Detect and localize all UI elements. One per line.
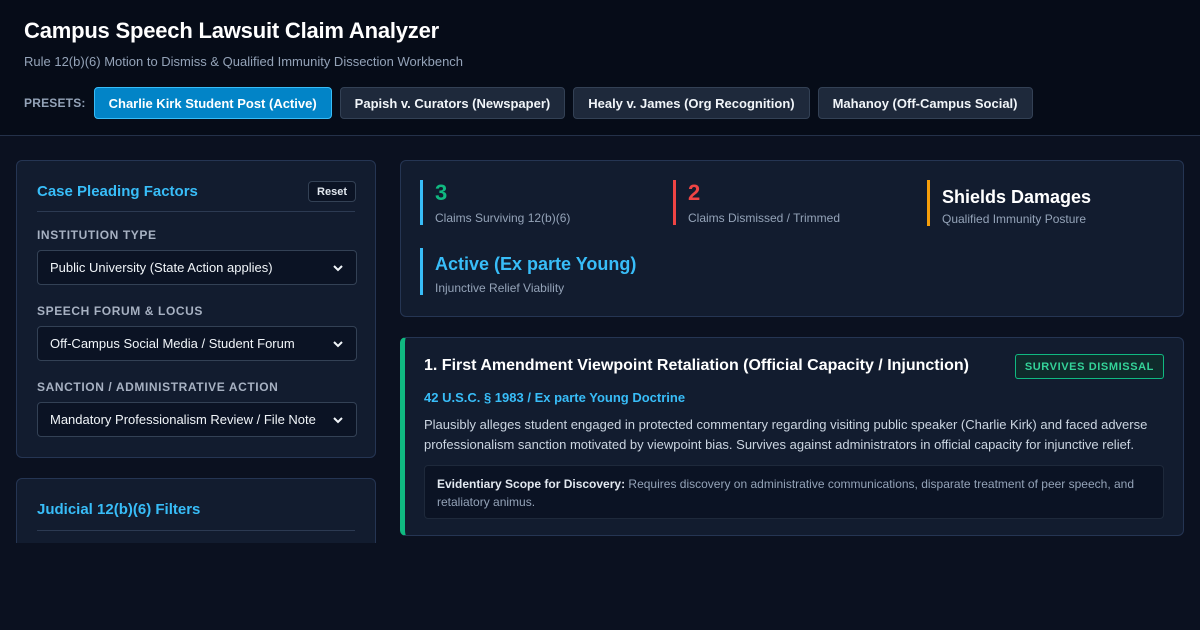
institution-type-select[interactable]: Public University (State Action applies) <box>37 250 357 285</box>
sanction-select[interactable]: Mandatory Professionalism Review / File … <box>37 402 357 437</box>
chevron-down-icon <box>333 340 343 347</box>
filters-panel-clip: Judicial 12(b)(6) Filters <box>16 478 376 543</box>
speech-forum-select[interactable]: Off-Campus Social Media / Student Forum <box>37 326 357 361</box>
presets-label: PRESETS: <box>24 96 86 110</box>
injunctive-label: Injunctive Relief Viability <box>435 281 565 295</box>
divider <box>37 530 355 531</box>
preset-button-mahanoy[interactable]: Mahanoy (Off-Campus Social) <box>817 87 1033 119</box>
institution-type-label: INSTITUTION TYPE <box>37 228 157 242</box>
preset-button-charlie-kirk[interactable]: Charlie Kirk Student Post (Active) <box>93 87 332 119</box>
stat-injunctive-relief: Active (Ex parte Young) Injunctive Relie… <box>420 248 636 295</box>
app-header: Campus Speech Lawsuit Claim Analyzer Rul… <box>0 0 1200 136</box>
divider <box>37 211 355 212</box>
claim-card: 1. First Amendment Viewpoint Retaliation… <box>400 337 1184 536</box>
stat-qualified-immunity: Shields Damages Qualified Immunity Postu… <box>927 180 1091 226</box>
chevron-down-icon <box>333 264 343 271</box>
surviving-label: Claims Surviving 12(b)(6) <box>435 211 571 225</box>
status-badge: SURVIVES DISMISSAL <box>1014 354 1164 379</box>
judicial-filters-panel: Judicial 12(b)(6) Filters <box>16 478 376 543</box>
factors-panel-title: Case Pleading Factors <box>37 183 198 200</box>
presets-bar: PRESETS: Charlie Kirk Student Post (Acti… <box>24 87 1033 119</box>
summary-panel: 3 Claims Surviving 12(b)(6) 2 Claims Dis… <box>400 160 1184 317</box>
qi-posture-label: Qualified Immunity Posture <box>942 212 1087 226</box>
claim-description: Plausibly alleges student engaged in pro… <box>424 417 1148 452</box>
surviving-count: 3 <box>435 180 448 205</box>
stat-surviving: 3 Claims Surviving 12(b)(6) <box>420 180 570 225</box>
sanction-label: SANCTION / ADMINISTRATIVE ACTION <box>37 380 279 394</box>
speech-forum-label: SPEECH FORUM & LOCUS <box>37 304 204 318</box>
page-subtitle: Rule 12(b)(6) Motion to Dismiss & Qualif… <box>24 54 464 69</box>
reset-button[interactable]: Reset <box>308 181 356 202</box>
page-title: Campus Speech Lawsuit Claim Analyzer <box>24 18 440 43</box>
sanction-value: Mandatory Professionalism Review / File … <box>50 412 316 427</box>
claim-title: 1. First Amendment Viewpoint Retaliation… <box>424 357 969 374</box>
filters-panel-title: Judicial 12(b)(6) Filters <box>37 501 201 518</box>
claim-statute: 42 U.S.C. § 1983 / Ex parte Young Doctri… <box>424 390 686 405</box>
stat-dismissed: 2 Claims Dismissed / Trimmed <box>673 180 840 225</box>
preset-button-papish[interactable]: Papish v. Curators (Newspaper) <box>339 87 566 119</box>
institution-type-value: Public University (State Action applies) <box>50 260 273 275</box>
qi-posture-value: Shields Damages <box>942 187 1092 207</box>
speech-forum-value: Off-Campus Social Media / Student Forum <box>50 336 295 351</box>
injunctive-value: Active (Ex parte Young) <box>435 254 637 274</box>
dismissed-count: 2 <box>688 180 701 205</box>
evidence-box: Evidentiary Scope for Discovery: Require… <box>424 465 1164 519</box>
evidence-label: Evidentiary Scope for Discovery: <box>437 477 626 491</box>
dismissed-label: Claims Dismissed / Trimmed <box>688 211 841 225</box>
case-pleading-factors-panel: Case Pleading Factors Reset INSTITUTION … <box>16 160 376 458</box>
preset-button-healy[interactable]: Healy v. James (Org Recognition) <box>573 87 810 119</box>
chevron-down-icon <box>333 416 343 423</box>
